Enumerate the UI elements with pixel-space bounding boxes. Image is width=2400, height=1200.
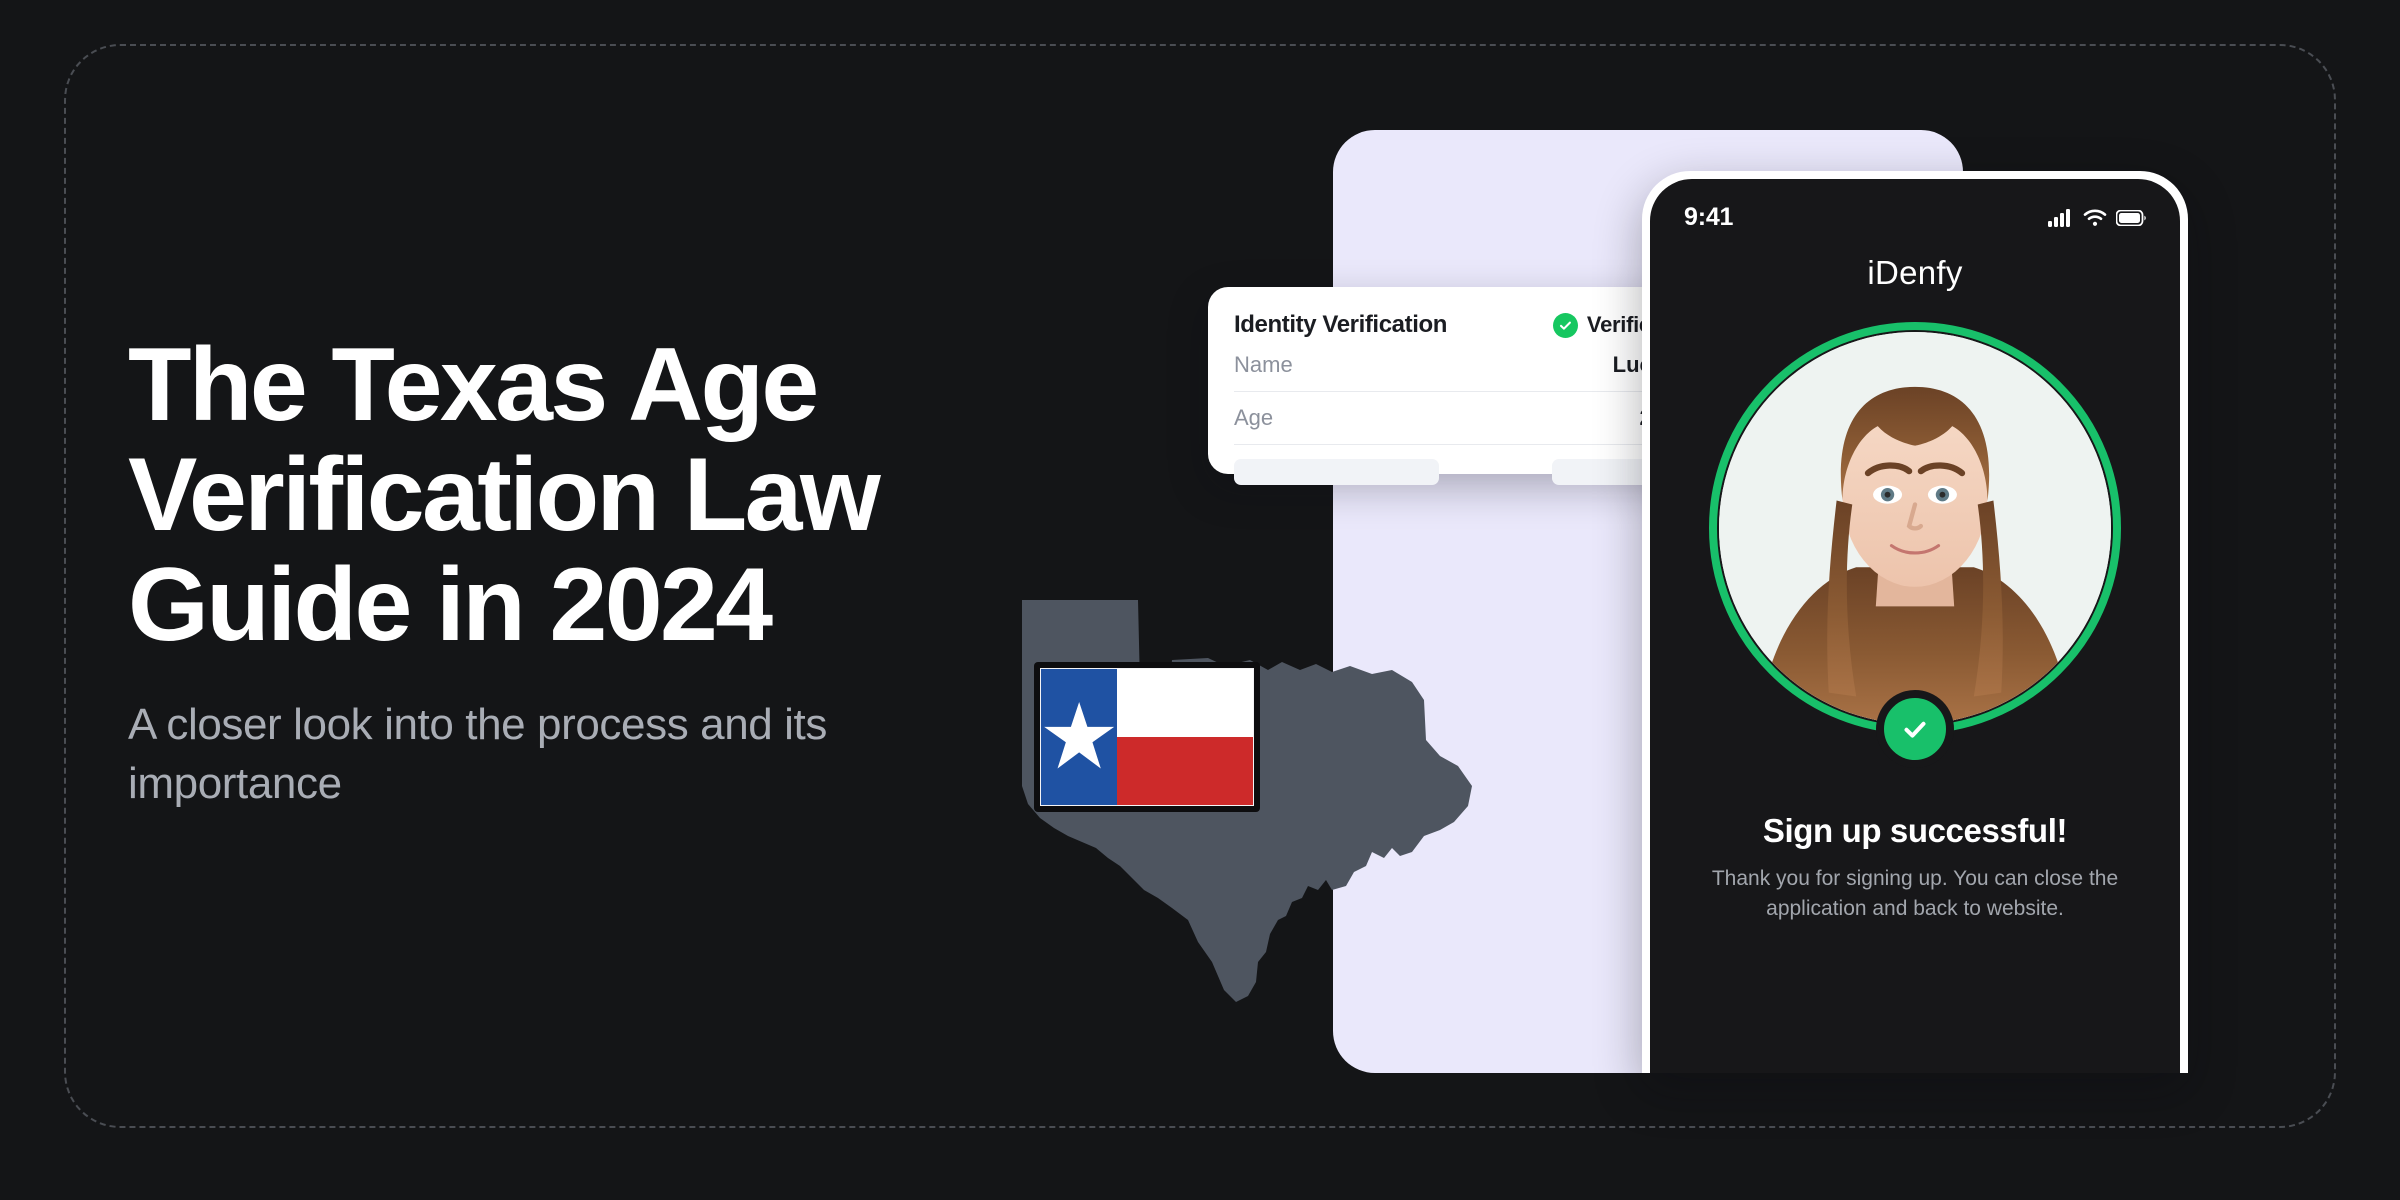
status-bar-clock: 9:41 [1684, 203, 1734, 231]
cellular-signal-icon [2048, 208, 2074, 227]
flag-star-icon [1044, 702, 1115, 769]
battery-icon [2116, 209, 2146, 226]
texas-state-flag [1034, 662, 1260, 812]
skeleton-bar-wide [1234, 459, 1439, 485]
flag-red-stripe [1117, 737, 1253, 805]
success-title: Sign up successful! [1762, 812, 2068, 849]
identity-skeleton-row [1234, 445, 1664, 485]
identity-row-label: Name [1234, 352, 1293, 377]
flag-fly-stripes [1117, 669, 1253, 805]
identity-row-name: Name Lucy [1234, 339, 1664, 392]
identity-row-label: Age [1234, 405, 1274, 430]
illustration-cluster: Identity Verification Verified Name Lucy… [1020, 0, 2400, 1200]
flag-blue-hoist [1041, 669, 1118, 805]
identity-verification-card: Identity Verification Verified Name Lucy… [1208, 287, 1690, 485]
selfie-portrait-wrapper [1709, 322, 2121, 768]
hero-banner: The Texas Age Verification Law Guide in … [0, 0, 2400, 1200]
success-body-text: Thank you for signing up. You can close … [1711, 867, 2119, 921]
identity-card-title: Identity Verification [1234, 311, 1447, 338]
flag-white-stripe [1117, 669, 1253, 737]
hero-copy-block: The Texas Age Verification Law Guide in … [128, 330, 1128, 813]
phone-screen: 9:41 iDenfy Sign up successful! Thank yo… [1650, 179, 2180, 1073]
app-logo: iDenfy [1867, 254, 1963, 291]
check-icon [1876, 690, 1954, 768]
flag-canvas [1040, 668, 1254, 806]
status-bar-icons [2048, 208, 2146, 227]
phone-status-bar: 9:41 [1650, 179, 2180, 232]
phone-mockup: 9:41 iDenfy Sign up successful! Thank yo… [1642, 171, 2188, 1073]
page-title: The Texas Age Verification Law Guide in … [128, 327, 881, 664]
identity-card-header: Identity Verification Verified [1234, 311, 1664, 339]
page-subtitle: A closer look into the process and its i… [128, 699, 827, 809]
verified-ring [1709, 322, 2121, 734]
identity-row-age: Age 22 [1234, 392, 1664, 445]
wifi-icon [2083, 209, 2107, 227]
check-circle-icon [1552, 312, 1578, 338]
